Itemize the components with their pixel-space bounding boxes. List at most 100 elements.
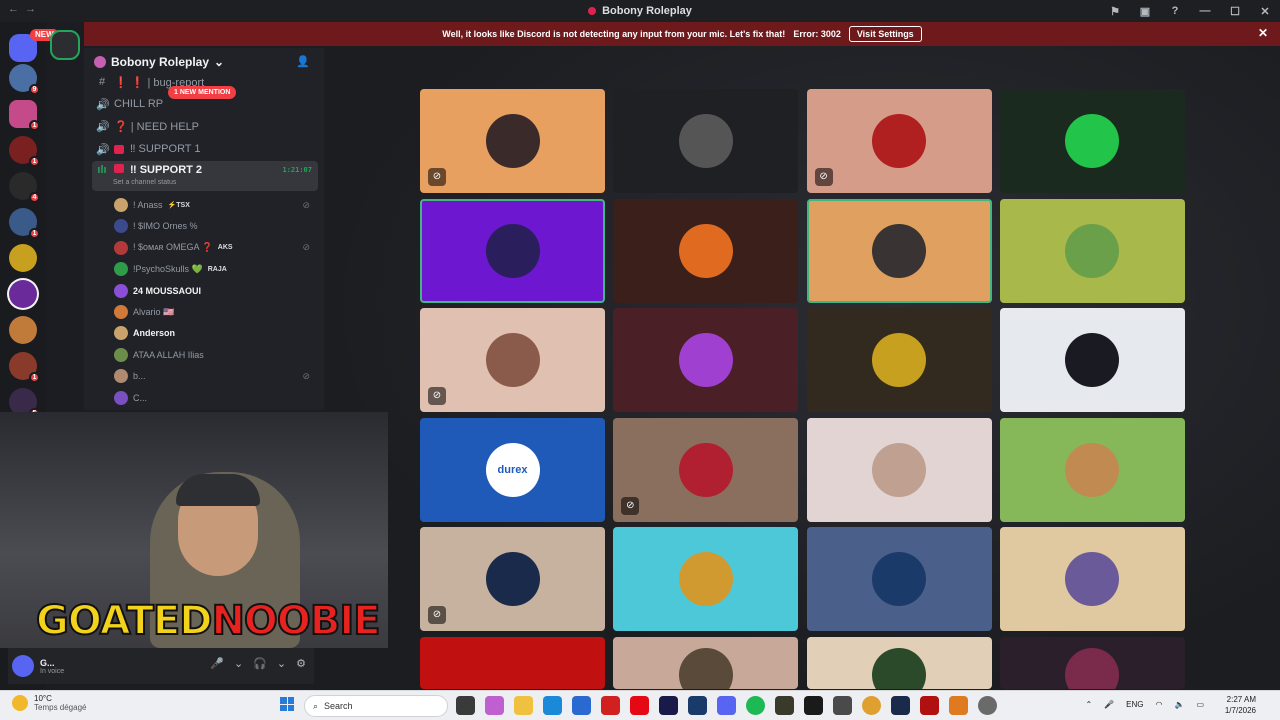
start-button[interactable] [280,697,294,711]
voice-member[interactable]: b... ⊘ [114,367,314,385]
server-icon[interactable]: 1 [9,136,40,167]
voice-member[interactable]: !PsychoSkulls 💚 RAJA [114,260,314,278]
screen-icon[interactable]: ▣ [1130,5,1160,18]
chevron-down-icon[interactable]: ⌄ [234,657,243,670]
channel-chill-rp[interactable]: 🔊 CHILL RP [92,94,318,114]
server-icon[interactable]: 1 [9,208,40,239]
wifi-icon[interactable]: ◠ [1155,700,1162,709]
avatar [1065,223,1120,278]
participant-tile[interactable]: ⊘ [420,308,605,413]
steam-icon[interactable] [891,696,910,715]
app-icon[interactable] [833,696,852,715]
server-icon[interactable]: 1 [9,352,40,383]
channel-need-help[interactable]: 🔊 ❓ | NEED HELP [92,116,318,136]
avatar[interactable] [12,655,34,677]
app-icon[interactable] [775,696,794,715]
participant-tile[interactable]: durex [420,417,605,522]
close-button[interactable]: ✕ [1250,5,1280,18]
app-icon[interactable] [601,696,620,715]
chevron-up-icon[interactable]: ⌃ [1085,700,1092,709]
voice-member[interactable]: ATAA ALLAH Ilias [114,346,314,364]
visit-settings-button[interactable]: Visit Settings [848,26,922,42]
close-icon[interactable]: ✕ [1258,26,1268,40]
app-icon[interactable] [804,696,823,715]
participant-tile[interactable] [999,89,1185,193]
search-box[interactable]: ⌕ Search [304,695,448,717]
store-icon[interactable] [572,696,591,715]
gear-icon[interactable]: ⚙ [296,657,306,670]
participant-tile[interactable] [806,417,992,522]
file-explorer-icon[interactable] [514,696,533,715]
participant-tile[interactable]: ⊘ [420,89,605,193]
voice-member[interactable]: 24 MOUSSAOUI [114,282,314,300]
chrome-icon[interactable] [862,696,881,715]
participant-tile[interactable] [999,308,1185,413]
history-nav[interactable]: ←→ [8,3,42,15]
participant-tile[interactable] [999,637,1185,689]
edge-icon[interactable] [543,696,562,715]
server-icon[interactable]: 4 [9,172,40,203]
help-icon[interactable]: ? [1160,5,1190,17]
participant-tile[interactable] [420,637,605,689]
weather-widget[interactable]: 10°C Temps dégagé [12,694,86,712]
participant-tile[interactable] [806,198,992,303]
server-icon[interactable] [50,30,80,60]
channel-status-input[interactable]: Set a channel status [113,179,176,186]
server-icon[interactable]: 1 [9,100,40,131]
settings-icon[interactable] [978,696,997,715]
participant-tile[interactable]: ⊘ [613,417,799,522]
clock[interactable]: 2:27 AM 1/7/2026 [1225,694,1256,716]
server-icon[interactable] [9,244,37,272]
microphone-icon[interactable]: 🎤 [1104,700,1114,709]
netflix-icon[interactable] [630,696,649,715]
voice-member[interactable]: ! $IMO Ornes % [114,217,314,235]
weather-moon-icon [12,695,28,711]
discord-icon[interactable] [717,696,736,715]
inbox-icon[interactable]: ⚑ [1100,5,1130,18]
channel-support-2[interactable]: ılı ‼ SUPPORT 2 1:21:07 Set a channel st… [92,161,318,191]
voice-member[interactable]: ! $ᴏᴍᴀʀ OMEGA ❓ AKS ⊘ [114,239,314,257]
premiere-icon[interactable] [659,696,678,715]
app-icon[interactable] [920,696,939,715]
app-icon[interactable] [949,696,968,715]
language-indicator[interactable]: ENG [1126,700,1143,709]
person-add-icon[interactable]: 👤 [296,55,310,68]
participant-tile[interactable]: ⊘ [420,527,605,632]
participant-tile[interactable] [999,527,1185,632]
participant-tile[interactable] [613,527,799,632]
spotify-icon[interactable] [746,696,765,715]
server-icon[interactable] [9,316,37,344]
participant-tile[interactable] [806,637,992,689]
task-view-icon[interactable] [456,696,475,715]
volume-icon[interactable]: 🔈 [1174,700,1184,709]
participant-tile[interactable] [613,89,799,193]
participant-tile[interactable] [999,417,1185,522]
voice-active-icon: ılı [97,164,107,176]
participant-tile[interactable] [420,198,605,303]
battery-icon[interactable]: ▭ [1196,700,1204,709]
participant-tile[interactable]: ⊘ [806,89,992,193]
microphone-icon[interactable]: 🎤 [210,657,224,670]
voice-member[interactable]: C... [114,389,314,407]
participant-tile[interactable] [999,198,1185,303]
minimize-button[interactable]: — [1190,5,1220,17]
maximize-button[interactable]: ☐ [1220,5,1250,18]
voice-member[interactable]: Alvario 🇺🇸 [114,303,314,321]
participant-tile[interactable] [613,198,799,303]
app-logo-icon [588,7,597,15]
participant-tile[interactable] [613,308,799,413]
forward-arrow-icon[interactable]: → [25,3,42,15]
voice-member[interactable]: ! Anass ⚡TSX ⊘ [114,196,314,214]
photoshop-icon[interactable] [688,696,707,715]
voice-member[interactable]: Anderson [114,324,314,342]
participant-tile[interactable] [806,308,992,413]
server-icon-active[interactable] [9,280,37,308]
back-arrow-icon[interactable]: ← [8,3,25,15]
chevron-down-icon[interactable]: ⌄ [277,657,286,670]
channel-support-1[interactable]: 🔊 ‼ SUPPORT 1 [92,139,318,159]
participant-tile[interactable] [806,527,992,632]
participant-tile[interactable] [613,637,799,689]
server-icon[interactable]: 9 [9,64,40,95]
headphones-icon[interactable]: 🎧 [253,657,267,670]
copilot-icon[interactable] [485,696,504,715]
